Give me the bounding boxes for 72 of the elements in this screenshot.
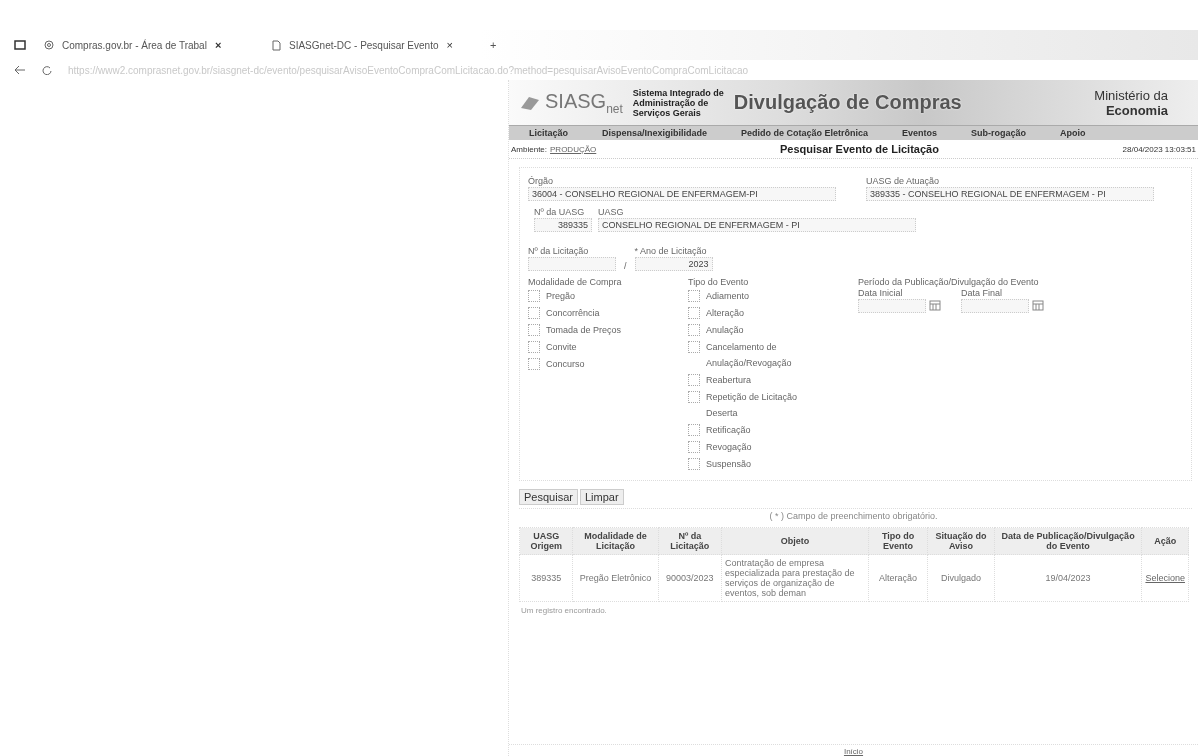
close-icon[interactable]: × [446,39,453,51]
environment-link[interactable]: PRODUÇÃO [550,144,597,154]
uasg-number-field: 389335 [534,218,592,232]
page-title: Pesquisar Evento de Licitação [779,143,939,155]
nav-item[interactable]: Eventos [902,128,938,138]
field-label: UASG de Atuação [866,176,941,186]
table-cell: Alteração [868,554,928,602]
checkbox-label: Tomada de Preços [546,324,622,337]
column-header: Modalidade de Licitação [573,527,659,555]
browser-tab[interactable]: Compras.gov.br - Área de Trabal × [34,33,254,57]
table-cell: Contratação de empresa especializada para prestação de serviços de organização de eventos, sob deman [721,554,869,602]
column-header: Ação [1141,527,1189,555]
table-cell: 19/04/2023 [994,554,1142,602]
field-label: UASG [598,207,625,217]
table-cell: 389335 [519,554,573,602]
field-label: Nº da Licitação [528,246,590,256]
uasg-name-field: CONSELHO REGIONAL DE ENFERMAGEM - PI [598,218,916,232]
year-field[interactable]: 2023 [634,257,713,271]
checkbox-label: Pregão [546,290,576,303]
checkbox-label: Alteração [706,307,745,320]
nav-item[interactable]: Apoio [1060,128,1086,138]
checkbox-label: Anulação [706,324,744,337]
group-label: Tipo do Evento [688,277,750,287]
table-cell: Pregão Eletrônico [573,554,659,602]
banner-title: Divulgação de Compras [733,91,963,114]
field-label: Data Final [961,288,1004,298]
nav-item[interactable]: Sub-rogação [971,128,1027,138]
select-link[interactable]: Selecione [1145,573,1185,583]
separator: / [624,261,627,271]
system-name: Sistema Integrado de Administração de Serviços Gerais [632,87,724,118]
ministry-name: Ministério da Economia [1094,87,1169,118]
nav-item[interactable]: Licitação [529,128,568,138]
tab-title: SIASGnet-DC - Pesquisar Evento [289,39,439,51]
table-cell: Divulgado [927,554,995,602]
checkbox-label: Adiamento [706,290,750,303]
uasg-field: 389335 - CONSELHO REGIONAL DE ENFERMAGEM - PI [866,187,1154,201]
column-header: UASG Origem [519,527,573,555]
checkbox-label: Revogação [706,441,752,454]
column-header: Situação do Aviso [927,527,995,555]
field-label: Nº da UASG [534,207,586,217]
column-header: Objeto [721,527,869,555]
checkbox-label: Concurso [546,358,585,371]
checkbox-label: Cancelamento de Anulação/Revogação [706,341,793,370]
environment-label: Ambiente: [511,144,548,154]
result-count: Um registro encontrado. [521,606,607,615]
group-label: Período da Publicação/Divulgação do Evento [858,277,1040,287]
column-header: Nº da Licitação [658,527,722,555]
group-label: Modalidade de Compra [528,277,623,287]
table-cell: 90003/2023 [658,554,722,602]
new-tab-button[interactable]: + [490,39,497,51]
checkbox-label: Retificação [706,424,751,437]
field-label: Órgão [528,176,554,186]
required-note: ( * ) Campo de preenchimento obrigatório. [769,511,938,521]
checkbox-label: Repetição de Licitação Deserta [706,391,799,420]
orgao-field: 36004 - CONSELHO REGIONAL DE ENFERMAGEM-PI [528,187,836,201]
nav-item[interactable]: Dispensa/Inexigibilidade [602,128,708,138]
checkbox-label: Concorrência [546,307,600,320]
home-link[interactable]: Início [843,747,864,756]
column-header: Data de Publicação/Divulgação do Evento [994,527,1142,555]
field-label: * Ano de Licitação [634,246,708,256]
nav-item[interactable]: Pedido de Cotação Eletrônica [741,128,869,138]
clear-button[interactable]: Limpar [579,489,624,505]
tab-title: Compras.gov.br - Área de Trabal [62,39,207,51]
checkbox-label: Reabertura [706,374,752,387]
checkbox-label: Suspensão [706,458,752,471]
datetime: 28/04/2023 13:03:51 [1122,144,1196,154]
field-label: Data Inicial [858,288,904,298]
column-header: Tipo do Evento [868,527,928,555]
logo-text: SIASG$_{net}$ [545,89,623,116]
search-button[interactable]: Pesquisar [519,489,578,505]
checkbox-label: Convite [546,341,577,354]
close-icon[interactable]: × [214,39,222,51]
